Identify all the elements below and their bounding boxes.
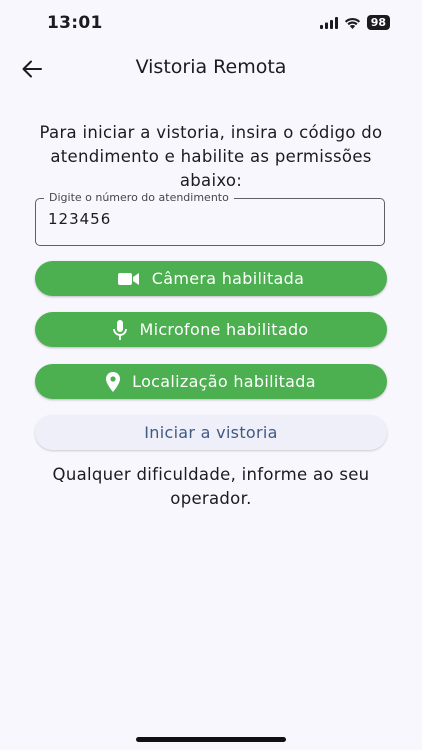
attendance-number-field[interactable]: Digite o número do atendimento (35, 191, 385, 246)
page-title: Vistoria Remota (135, 56, 287, 78)
status-icons: 98 (319, 15, 390, 30)
camera-permission-button[interactable]: Câmera habilitada (35, 261, 387, 296)
attendance-number-label: Digite o número do atendimento (44, 191, 234, 205)
videocam-icon (117, 272, 139, 285)
help-text: Qualquer dificuldade, informe ao seu ope… (52, 465, 370, 508)
status-bar: 13:01 98 (0, 0, 422, 44)
cellular-signal-icon (319, 16, 338, 29)
microphone-icon (113, 319, 128, 340)
location-permission-label: Localização habilitada (132, 372, 316, 391)
status-time: 13:01 (47, 13, 103, 33)
home-indicator (136, 737, 286, 742)
wifi-icon (344, 17, 360, 29)
start-inspection-button[interactable]: Iniciar a vistoria (35, 415, 387, 450)
camera-permission-label: Câmera habilitada (151, 269, 305, 288)
app-bar: Vistoria Remota (0, 44, 422, 92)
battery-indicator: 98 (366, 15, 390, 30)
microphone-permission-button[interactable]: Microfone habilitado (35, 312, 387, 347)
microphone-permission-label: Microfone habilitado (139, 320, 309, 339)
attendance-number-input[interactable] (48, 210, 368, 228)
location-pin-icon (106, 371, 121, 392)
location-permission-button[interactable]: Localização habilitada (35, 364, 387, 399)
intro-text: Para iniciar a vistoria, insira o código… (39, 123, 383, 190)
